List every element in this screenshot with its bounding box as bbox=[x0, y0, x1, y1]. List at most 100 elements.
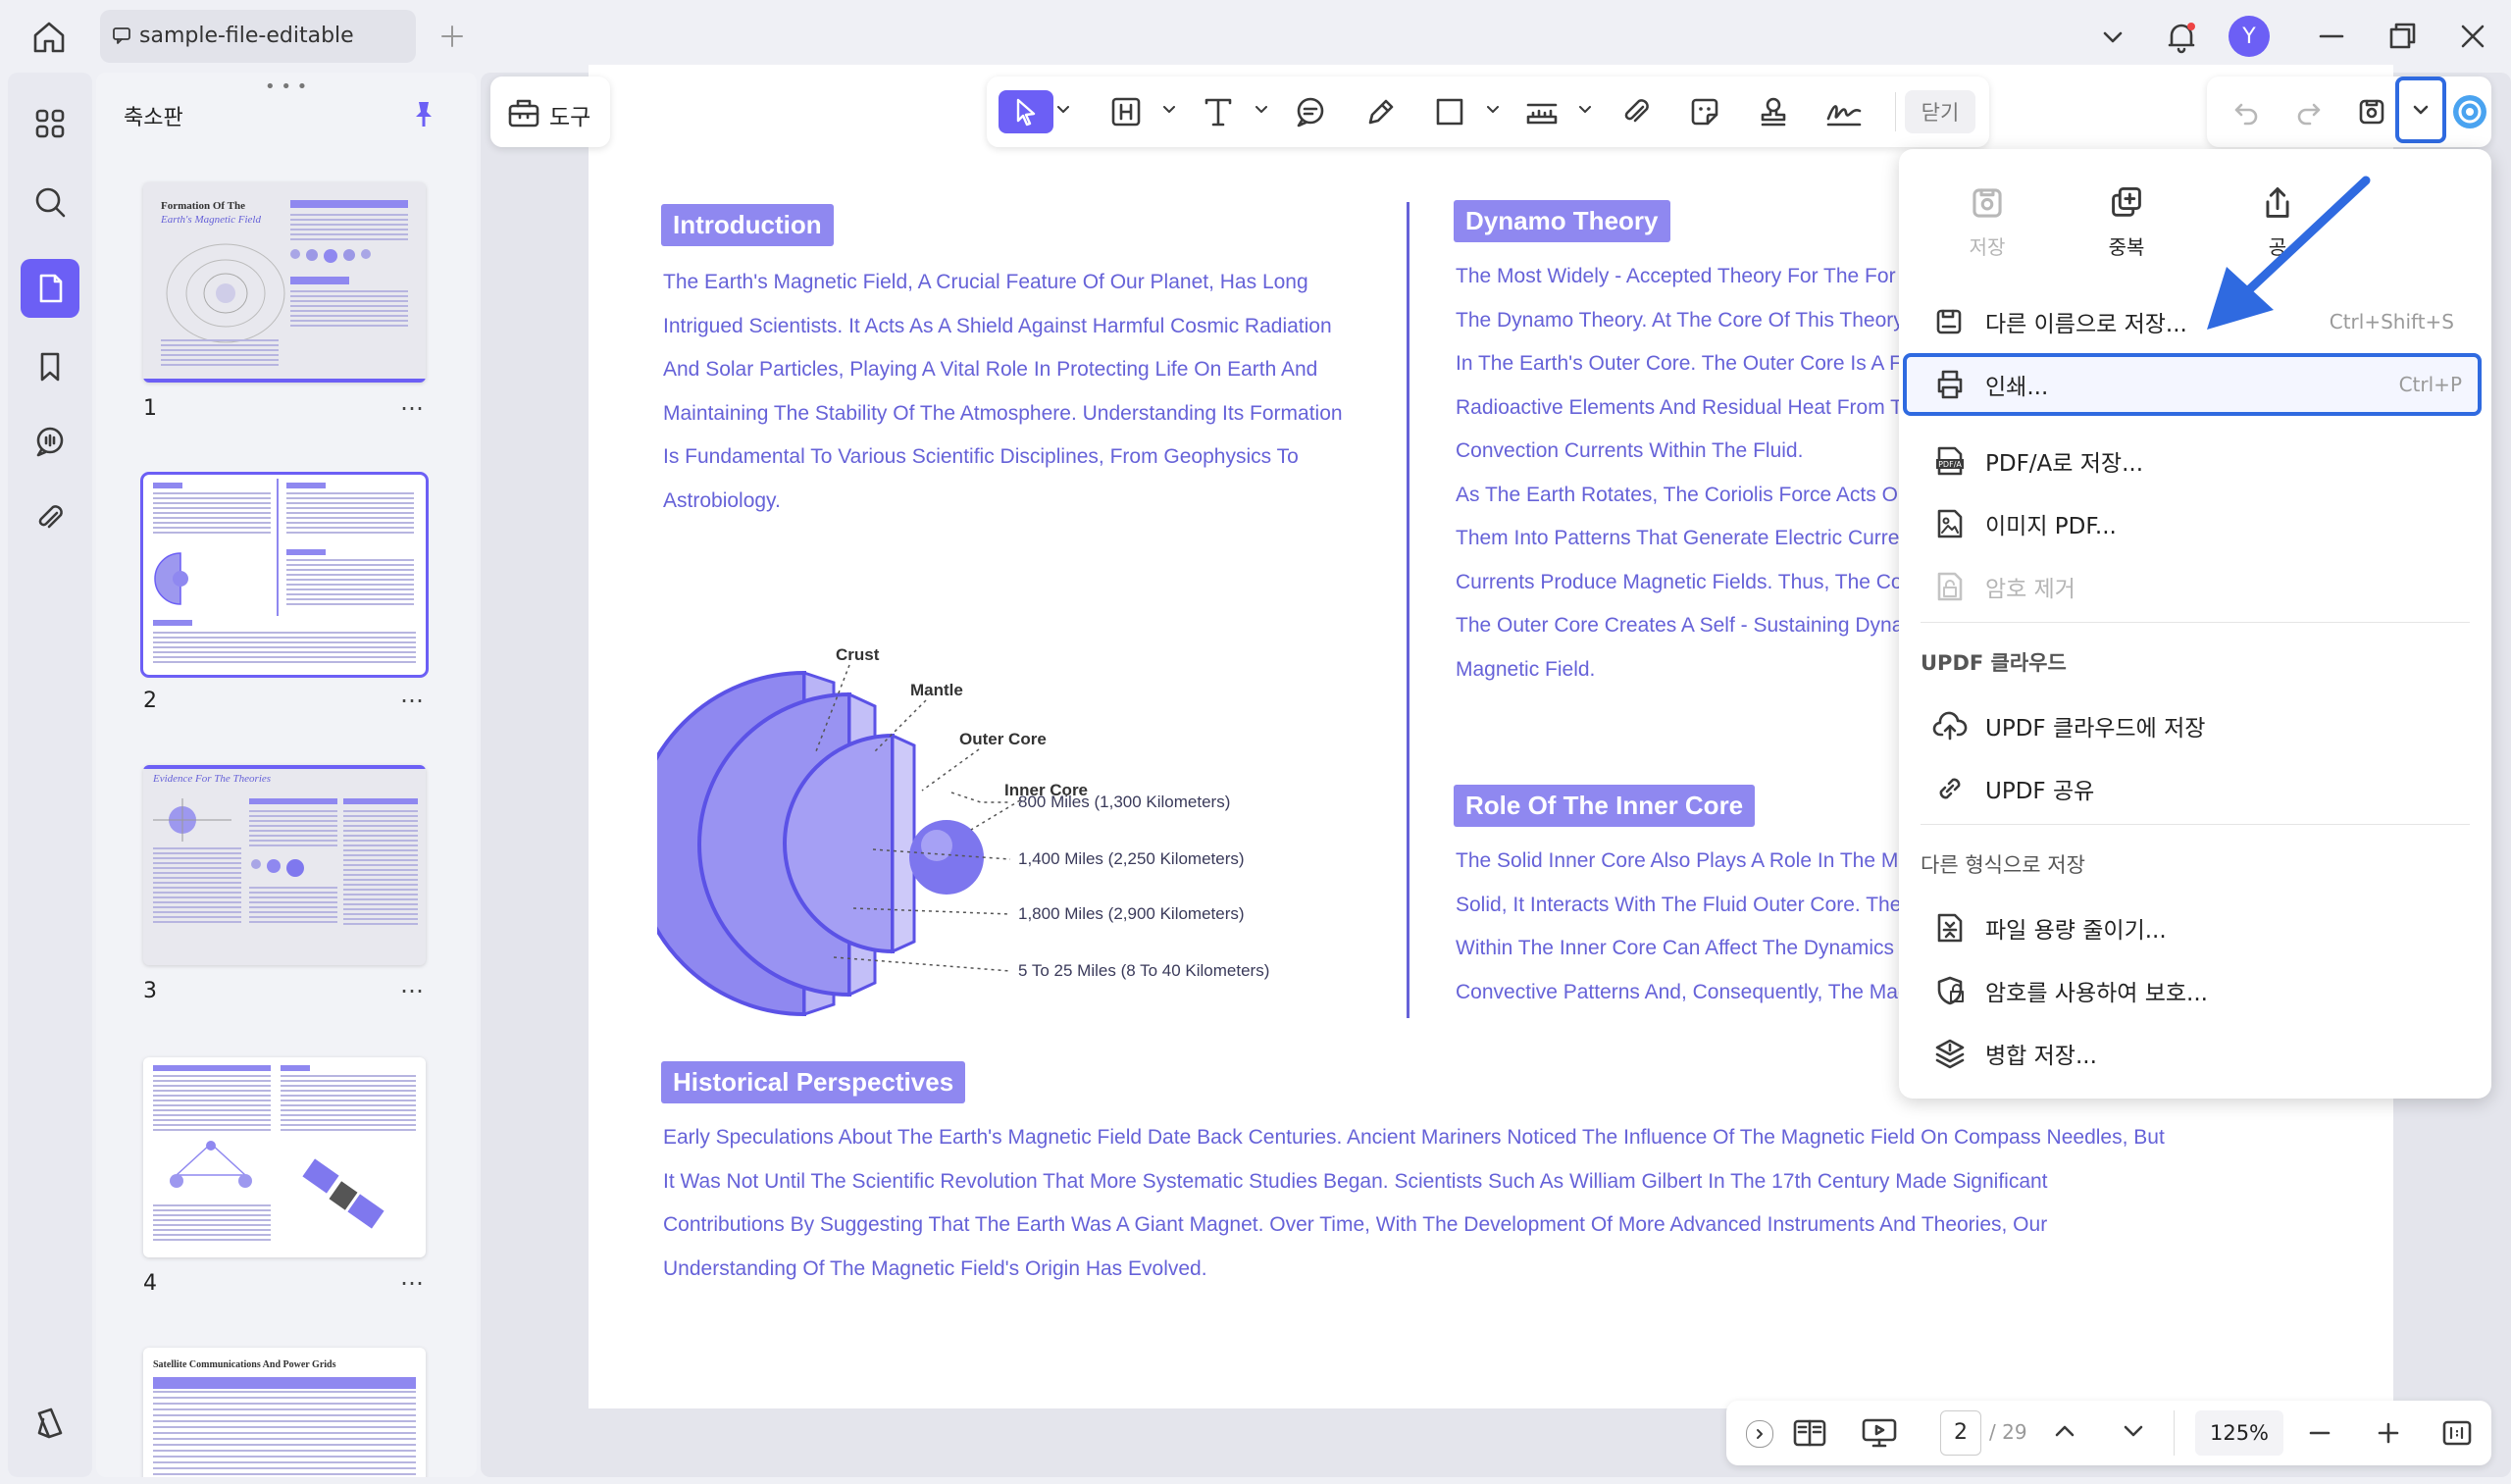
home-icon[interactable] bbox=[29, 18, 69, 57]
zoom-out-button[interactable] bbox=[2305, 1418, 2334, 1448]
cursor-icon bbox=[1016, 98, 1036, 127]
menu-item-remove-password[interactable]: 암호 제거 bbox=[1921, 559, 2470, 614]
prev-page-button[interactable] bbox=[2050, 1416, 2079, 1446]
thumbnail-panel: • • • 축소판 Formation Of The Earth's Magne… bbox=[96, 73, 477, 1477]
next-page-button[interactable] bbox=[2119, 1416, 2148, 1446]
toolbox-icon bbox=[506, 94, 541, 129]
save-options-dropdown[interactable] bbox=[2395, 77, 2446, 143]
close-window-icon[interactable] bbox=[2456, 20, 2489, 53]
rail-comments-button[interactable] bbox=[21, 412, 79, 471]
thumbnail-more-button[interactable]: … bbox=[400, 971, 425, 998]
document-tab[interactable]: sample-file-editable bbox=[100, 10, 416, 63]
caret-down-icon[interactable] bbox=[1163, 106, 1175, 114]
thumbnail-page-4[interactable] bbox=[143, 1057, 426, 1257]
caret-down-icon[interactable] bbox=[1487, 106, 1499, 114]
thumbnail-page-1[interactable]: Formation Of The Earth's Magnetic Field bbox=[143, 182, 426, 383]
shape-tool-button[interactable] bbox=[1428, 90, 1471, 133]
menu-item-reduce-size[interactable]: 파일 용량 줄이기... bbox=[1921, 900, 2470, 955]
new-tab-icon[interactable] bbox=[437, 22, 467, 51]
thumbnail-page-3[interactable]: Evidence For The Theories bbox=[143, 765, 426, 965]
rectangle-icon bbox=[1436, 98, 1463, 126]
menu-item-merge-save[interactable]: 병합 저장... bbox=[1921, 1026, 2470, 1081]
page-number-input[interactable]: 2 bbox=[1940, 1410, 1981, 1456]
svg-text:PDF/A: PDF/A bbox=[1938, 460, 1962, 469]
user-avatar[interactable]: Y bbox=[2229, 16, 2270, 57]
menu-separator bbox=[1921, 622, 2470, 623]
page-icon bbox=[39, 274, 63, 303]
layers-icon bbox=[37, 1407, 63, 1439]
rail-bookmark-button[interactable] bbox=[21, 337, 79, 396]
close-edit-button[interactable]: 닫기 bbox=[1905, 90, 1975, 133]
pin-icon[interactable] bbox=[408, 98, 439, 129]
menu-item-cloud-save[interactable]: UPDF 클라우드에 저장 bbox=[1921, 698, 2470, 753]
bell-icon[interactable] bbox=[2162, 18, 2201, 57]
undo-icon bbox=[2234, 103, 2258, 126]
label-outer-core: Outer Core bbox=[959, 730, 1047, 748]
thumb-text: Evidence For The Theories bbox=[153, 773, 272, 785]
caret-down-icon[interactable] bbox=[1256, 106, 1267, 114]
menu-duplicate-button[interactable]: 중복 bbox=[2077, 184, 2176, 260]
tools-button[interactable]: 도구 bbox=[490, 77, 610, 147]
highlight-tool-button[interactable] bbox=[1104, 90, 1148, 133]
zoom-level[interactable]: 125% bbox=[2195, 1410, 2283, 1456]
chevron-up-icon bbox=[2055, 1425, 2075, 1437]
actual-size-button[interactable] bbox=[2440, 1416, 2474, 1450]
rail-organize-button[interactable] bbox=[21, 94, 79, 153]
thumbnail-page-5[interactable]: Satellite Communications And Power Grids bbox=[143, 1348, 426, 1477]
stamp-tool-button[interactable] bbox=[1752, 90, 1795, 133]
thumbnail-number: 2 bbox=[143, 689, 157, 713]
annotation-arrow bbox=[2207, 176, 2371, 330]
caret-down-icon[interactable] bbox=[1057, 106, 1069, 114]
rail-thumbnails-button[interactable] bbox=[21, 259, 79, 318]
rail-layers-button[interactable] bbox=[21, 1393, 79, 1452]
earth-layers-diagram bbox=[657, 670, 984, 1017]
ai-assistant-button[interactable] bbox=[2448, 90, 2491, 133]
presentation-button[interactable] bbox=[1860, 1414, 1899, 1452]
link-icon bbox=[1939, 778, 1961, 799]
panel-drag-handle[interactable]: • • • bbox=[265, 77, 307, 97]
heading-role-inner-core: Role Of The Inner Core bbox=[1454, 785, 1756, 827]
select-tool-button[interactable] bbox=[999, 90, 1053, 133]
heading-historical: Historical Perspectives bbox=[661, 1061, 966, 1103]
redo-button[interactable] bbox=[2287, 90, 2331, 133]
thumbnail-more-button[interactable]: … bbox=[400, 388, 425, 416]
pen-tool-button[interactable] bbox=[1359, 90, 1403, 133]
thumbnail-more-button[interactable]: … bbox=[400, 681, 425, 708]
menu-item-updf-share[interactable]: UPDF 공유 bbox=[1921, 761, 2470, 816]
page-layout-button[interactable] bbox=[1791, 1414, 1828, 1452]
undo-button[interactable] bbox=[2225, 90, 2268, 133]
text-tool-button[interactable] bbox=[1197, 90, 1240, 133]
measure-tool-button[interactable] bbox=[1520, 90, 1563, 133]
redo-icon bbox=[2297, 103, 2321, 126]
rail-attachment-button[interactable] bbox=[21, 488, 79, 547]
grid-icon bbox=[35, 109, 65, 138]
comment-small-icon bbox=[112, 26, 131, 45]
left-rail bbox=[8, 73, 92, 1477]
zoom-in-button[interactable] bbox=[2374, 1418, 2403, 1448]
comment-tool-button[interactable] bbox=[1289, 90, 1332, 133]
rail-search-button[interactable] bbox=[21, 173, 79, 231]
thumbnail-more-button[interactable]: … bbox=[400, 1263, 425, 1291]
duplicate-icon bbox=[2112, 187, 2141, 217]
plus-icon bbox=[2378, 1422, 2399, 1444]
tab-title: sample-file-editable bbox=[139, 24, 354, 48]
attach-tool-button[interactable] bbox=[1614, 90, 1658, 133]
signature-tool-button[interactable] bbox=[1822, 90, 1866, 133]
save-button[interactable] bbox=[2350, 90, 2393, 133]
comment-icon bbox=[1297, 97, 1324, 128]
thumbnail-page-2[interactable] bbox=[140, 472, 429, 678]
collapse-bar-button[interactable] bbox=[1746, 1420, 1773, 1448]
depth-label-1: 800 Miles (1,300 Kilometers) bbox=[1018, 793, 1231, 811]
sticker-tool-button[interactable] bbox=[1683, 90, 1726, 133]
restore-icon[interactable] bbox=[2385, 20, 2419, 53]
minimize-icon[interactable] bbox=[2315, 20, 2348, 53]
menu-item-protect-password[interactable]: 암호를 사용하여 보호... bbox=[1921, 963, 2470, 1018]
chevron-down-icon[interactable] bbox=[2099, 24, 2127, 51]
shield-lock-icon bbox=[1937, 976, 1964, 1005]
caret-down-icon[interactable] bbox=[1579, 106, 1591, 114]
compress-icon bbox=[1937, 913, 1963, 943]
actual-size-icon bbox=[2442, 1420, 2472, 1446]
menu-item-print[interactable]: 인쇄... Ctrl+P bbox=[1903, 353, 2482, 416]
menu-item-image-pdf[interactable]: 이미지 PDF... bbox=[1921, 496, 2470, 551]
menu-item-pdfa[interactable]: PDF/A PDF/A로 저장... bbox=[1921, 434, 2470, 488]
